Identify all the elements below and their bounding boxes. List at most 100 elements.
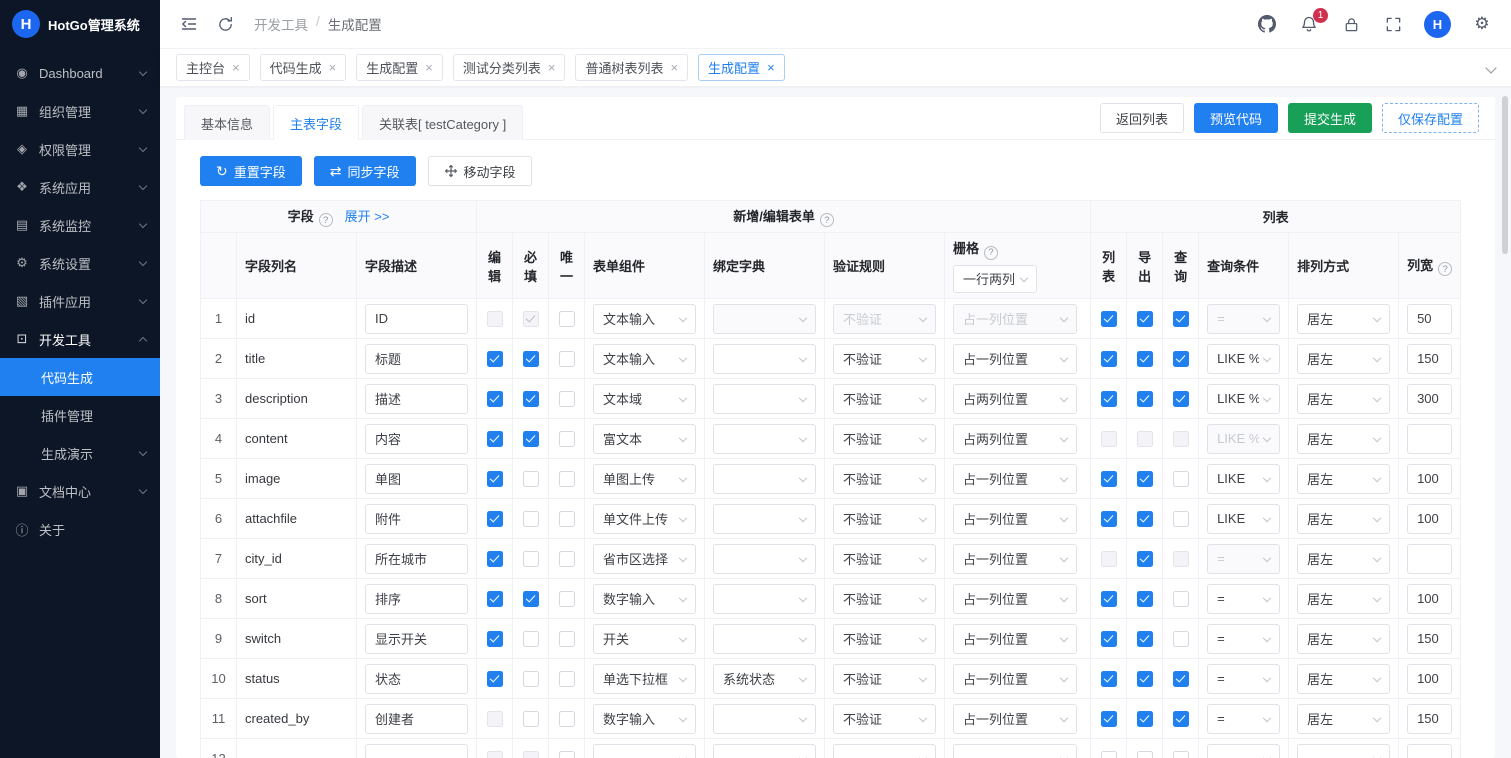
grid-select[interactable]: 占一列位置 bbox=[953, 504, 1077, 534]
query-condition-select[interactable]: = bbox=[1207, 624, 1280, 654]
expand-link[interactable]: 展开 >> bbox=[345, 209, 390, 224]
page-tab-code-generation[interactable]: 代码生成× bbox=[260, 54, 347, 81]
validation-select[interactable]: 不验证 bbox=[833, 424, 936, 454]
sidebar-item-code-generation[interactable]: 代码生成 bbox=[0, 358, 160, 396]
field-desc-input[interactable] bbox=[365, 344, 468, 374]
dict-select[interactable] bbox=[713, 344, 816, 374]
query-checkbox[interactable] bbox=[1173, 591, 1189, 607]
query-checkbox[interactable] bbox=[1173, 311, 1189, 327]
column-width-input[interactable] bbox=[1407, 584, 1452, 614]
required-checkbox[interactable] bbox=[523, 511, 539, 527]
field-desc-input[interactable] bbox=[365, 384, 468, 414]
column-width-input[interactable] bbox=[1407, 304, 1452, 334]
export-checkbox[interactable] bbox=[1137, 751, 1153, 758]
required-checkbox[interactable] bbox=[523, 671, 539, 687]
form-component-select[interactable]: 文本域 bbox=[593, 384, 696, 414]
column-width-input[interactable] bbox=[1407, 704, 1452, 734]
list-checkbox[interactable] bbox=[1101, 511, 1117, 527]
lock-icon[interactable] bbox=[1340, 13, 1362, 35]
field-desc-input[interactable] bbox=[365, 744, 468, 758]
query-checkbox[interactable] bbox=[1173, 631, 1189, 647]
form-component-select[interactable]: 富文本 bbox=[593, 424, 696, 454]
query-checkbox[interactable] bbox=[1173, 391, 1189, 407]
dict-select[interactable] bbox=[713, 624, 816, 654]
form-component-select[interactable]: 省市区选择 bbox=[593, 544, 696, 574]
reset-fields-button[interactable]: ↻重置字段 bbox=[200, 156, 302, 186]
required-checkbox[interactable] bbox=[523, 711, 539, 727]
sidebar-item-plugin-manage[interactable]: 插件管理 bbox=[0, 396, 160, 434]
list-checkbox[interactable] bbox=[1101, 671, 1117, 687]
close-icon[interactable]: × bbox=[329, 61, 337, 74]
unique-checkbox[interactable] bbox=[559, 471, 575, 487]
unique-checkbox[interactable] bbox=[559, 311, 575, 327]
breadcrumb-section[interactable]: 开发工具 bbox=[254, 14, 308, 34]
query-checkbox[interactable] bbox=[1173, 751, 1189, 758]
unique-checkbox[interactable] bbox=[559, 711, 575, 727]
column-width-input[interactable] bbox=[1407, 464, 1452, 494]
query-condition-select[interactable]: = bbox=[1207, 664, 1280, 694]
export-checkbox[interactable] bbox=[1137, 551, 1153, 567]
page-tab-tree-table-list[interactable]: 普通树表列表× bbox=[575, 54, 688, 81]
grid-select[interactable]: 占一列位置 bbox=[953, 664, 1077, 694]
grid-select[interactable]: 占一列位置 bbox=[953, 624, 1077, 654]
align-select[interactable]: 居左 bbox=[1297, 704, 1390, 734]
field-desc-input[interactable] bbox=[365, 424, 468, 454]
field-desc-input[interactable] bbox=[365, 504, 468, 534]
form-component-select[interactable]: 数字输入 bbox=[593, 584, 696, 614]
edit-checkbox[interactable] bbox=[487, 511, 503, 527]
export-checkbox[interactable] bbox=[1137, 591, 1153, 607]
column-width-input[interactable] bbox=[1407, 384, 1452, 414]
required-checkbox[interactable] bbox=[523, 551, 539, 567]
align-select[interactable] bbox=[1297, 744, 1390, 758]
align-select[interactable]: 居左 bbox=[1297, 544, 1390, 574]
align-select[interactable]: 居左 bbox=[1297, 664, 1390, 694]
validation-select[interactable]: 不验证 bbox=[833, 664, 936, 694]
edit-checkbox[interactable] bbox=[487, 671, 503, 687]
validation-select[interactable]: 不验证 bbox=[833, 464, 936, 494]
edit-checkbox[interactable] bbox=[487, 551, 503, 567]
align-select[interactable]: 居左 bbox=[1297, 344, 1390, 374]
help-icon[interactable]: ? bbox=[820, 213, 834, 227]
unique-checkbox[interactable] bbox=[559, 391, 575, 407]
column-width-input[interactable] bbox=[1407, 504, 1452, 534]
logo[interactable]: H HotGo管理系统 bbox=[0, 0, 160, 48]
field-desc-input[interactable] bbox=[365, 704, 468, 734]
help-icon[interactable]: ? bbox=[319, 213, 333, 227]
export-checkbox[interactable] bbox=[1137, 351, 1153, 367]
vertical-scrollbar[interactable] bbox=[1502, 96, 1508, 254]
tab-relation-table[interactable]: 关联表[ testCategory ] bbox=[362, 105, 523, 140]
align-select[interactable]: 居左 bbox=[1297, 624, 1390, 654]
validation-select[interactable]: 不验证 bbox=[833, 344, 936, 374]
required-checkbox[interactable] bbox=[523, 391, 539, 407]
dict-select[interactable] bbox=[713, 704, 816, 734]
export-checkbox[interactable] bbox=[1137, 711, 1153, 727]
sidebar-item-dashboard[interactable]: ◉Dashboard bbox=[0, 54, 160, 92]
help-icon[interactable]: ? bbox=[984, 246, 998, 260]
sidebar-item-plugins[interactable]: ▧插件应用 bbox=[0, 282, 160, 320]
query-checkbox[interactable] bbox=[1173, 471, 1189, 487]
refresh-icon[interactable] bbox=[214, 13, 236, 35]
form-component-select[interactable]: 单文件上传 bbox=[593, 504, 696, 534]
column-width-input[interactable] bbox=[1407, 544, 1452, 574]
query-condition-select[interactable]: = bbox=[1207, 704, 1280, 734]
list-checkbox[interactable] bbox=[1101, 751, 1117, 758]
required-checkbox[interactable] bbox=[523, 431, 539, 447]
dict-select[interactable] bbox=[713, 744, 816, 758]
edit-checkbox[interactable] bbox=[487, 471, 503, 487]
save-config-button[interactable]: 仅保存配置 bbox=[1382, 103, 1479, 133]
validation-select[interactable]: 不验证 bbox=[833, 624, 936, 654]
validation-select[interactable]: 不验证 bbox=[833, 504, 936, 534]
query-condition-select[interactable]: LIKE bbox=[1207, 464, 1280, 494]
form-component-select[interactable] bbox=[593, 744, 696, 758]
field-desc-input[interactable] bbox=[365, 584, 468, 614]
export-checkbox[interactable] bbox=[1137, 511, 1153, 527]
sidebar-item-docs[interactable]: ▣文档中心 bbox=[0, 472, 160, 510]
dict-select[interactable] bbox=[713, 464, 816, 494]
required-checkbox[interactable] bbox=[523, 631, 539, 647]
dict-select[interactable] bbox=[713, 584, 816, 614]
close-icon[interactable]: × bbox=[548, 61, 556, 74]
grid-select[interactable]: 占一列位置 bbox=[953, 344, 1077, 374]
sync-fields-button[interactable]: ⇄同步字段 bbox=[314, 156, 416, 186]
query-condition-select[interactable]: LIKE %...% bbox=[1207, 344, 1280, 374]
required-checkbox[interactable] bbox=[523, 591, 539, 607]
